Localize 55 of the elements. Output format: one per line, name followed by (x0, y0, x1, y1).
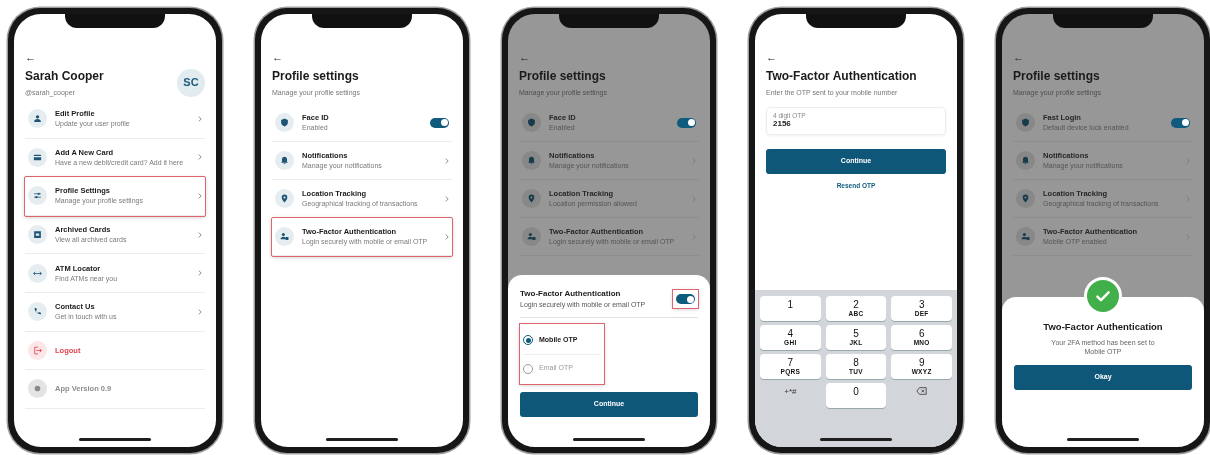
shield-icon (275, 113, 294, 132)
page-title: Profile settings (519, 69, 607, 83)
avatar: SC (177, 68, 205, 97)
toggle-switch[interactable] (430, 117, 449, 128)
person-icon (28, 109, 47, 129)
chevron-icon (198, 270, 202, 277)
dot-icon (28, 379, 47, 399)
shield-icon (1016, 113, 1035, 132)
back-button[interactable]: ← (1013, 51, 1024, 63)
home-indicator (573, 438, 645, 441)
home-indicator (820, 438, 892, 441)
pin-icon (522, 189, 541, 208)
chevron-icon (198, 115, 202, 122)
chevron-icon (198, 154, 202, 161)
home-indicator (326, 438, 398, 441)
home-indicator (1067, 438, 1139, 441)
logout-icon (28, 340, 47, 360)
card-icon (28, 147, 47, 167)
keypad-key[interactable]: 1 (760, 296, 821, 321)
chevron-icon (445, 233, 449, 240)
home-indicator (79, 438, 151, 441)
profile-name: Sarah Cooper (25, 69, 104, 83)
chevron-icon (198, 193, 202, 199)
people-icon (1016, 227, 1035, 246)
bell-icon (1016, 151, 1035, 170)
back-button[interactable]: ← (25, 51, 36, 63)
toggle-switch[interactable] (676, 294, 695, 304)
backspace-icon[interactable] (916, 387, 928, 395)
dialog-title: Two-Factor Authentication (1042, 321, 1164, 333)
box-icon (28, 225, 47, 245)
keypad-key[interactable]: +*# (760, 383, 821, 408)
people-icon (522, 227, 541, 246)
chevron-icon (198, 231, 202, 238)
chevron-icon (198, 308, 202, 315)
chevron-icon (445, 195, 449, 202)
arrows-icon (28, 263, 47, 283)
toggle-switch[interactable] (1171, 117, 1190, 128)
people-icon (275, 227, 294, 246)
bell-icon (522, 151, 541, 170)
phone-icon (28, 302, 47, 322)
bell-icon (275, 151, 294, 170)
pin-icon (1016, 189, 1035, 208)
sheet-title: Two-Factor Authentication (520, 289, 622, 299)
pin-icon (275, 189, 294, 208)
back-button[interactable]: ← (766, 51, 777, 63)
sliders-icon (28, 186, 47, 206)
page-title: Two-Factor Authentication (766, 69, 918, 83)
toggle-switch[interactable] (677, 117, 696, 128)
back-button[interactable]: ← (272, 51, 283, 63)
page-title: Profile settings (1013, 69, 1101, 83)
shield-icon (522, 113, 541, 132)
chevron-icon (445, 157, 449, 164)
page-title: Profile settings (272, 69, 360, 83)
keypad-key[interactable]: 0 (825, 383, 887, 408)
back-button[interactable]: ← (519, 51, 530, 63)
